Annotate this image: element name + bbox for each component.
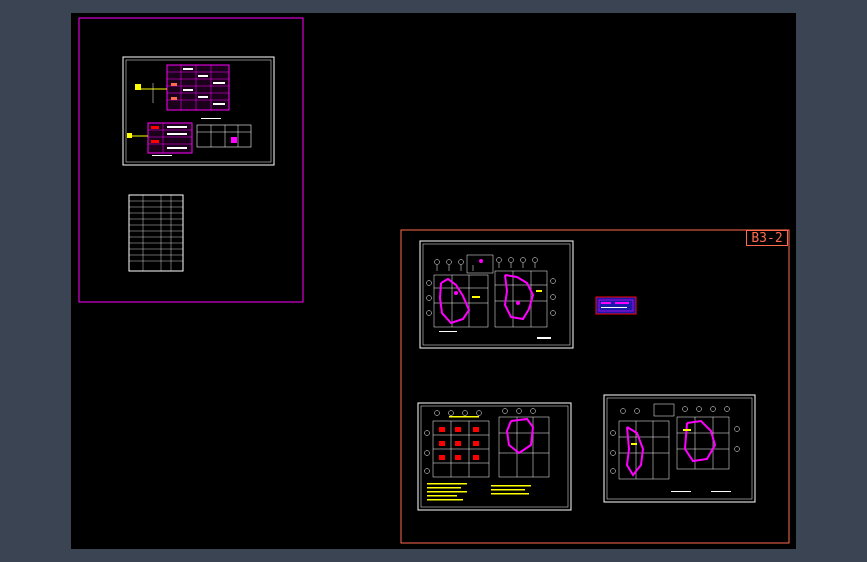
- cad-drawing[interactable]: [71, 13, 796, 549]
- sheet-floor-plan-1[interactable]: [419, 240, 574, 349]
- legend-box[interactable]: [595, 296, 637, 315]
- sheet-floor-plan-2[interactable]: [417, 402, 572, 511]
- group-label-b3-2: B3-2: [746, 230, 788, 246]
- sheet-floor-plan-3[interactable]: [603, 394, 756, 503]
- orange-group-frame: [400, 229, 790, 544]
- drawing-viewport[interactable]: B3-2: [71, 13, 796, 549]
- magenta-group-frame: [78, 17, 304, 303]
- sheet-system-diagram[interactable]: [122, 56, 275, 166]
- sheet-material-table[interactable]: [128, 194, 184, 272]
